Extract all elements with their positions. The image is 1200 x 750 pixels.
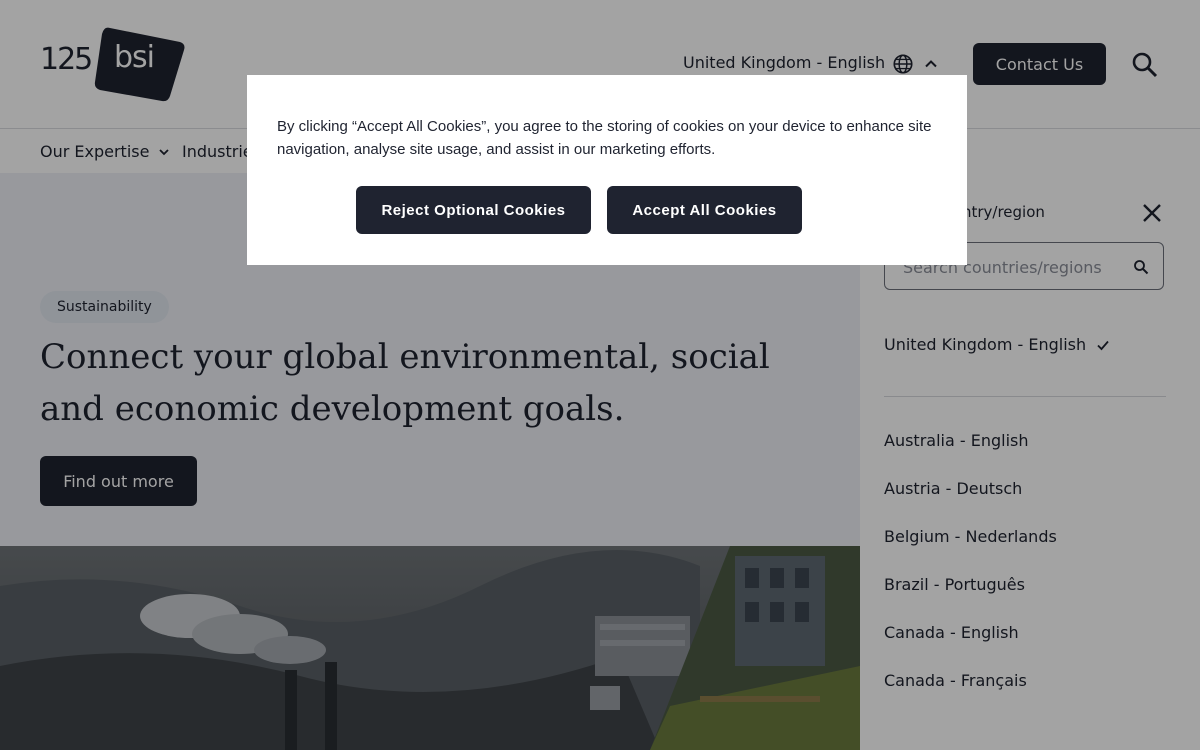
accept-all-cookies-button[interactable]: Accept All Cookies (607, 186, 802, 234)
reject-optional-cookies-button[interactable]: Reject Optional Cookies (356, 186, 591, 234)
cookie-consent-modal: By clicking “Accept All Cookies”, you ag… (247, 75, 967, 265)
cookie-message: By clicking “Accept All Cookies”, you ag… (277, 118, 932, 158)
